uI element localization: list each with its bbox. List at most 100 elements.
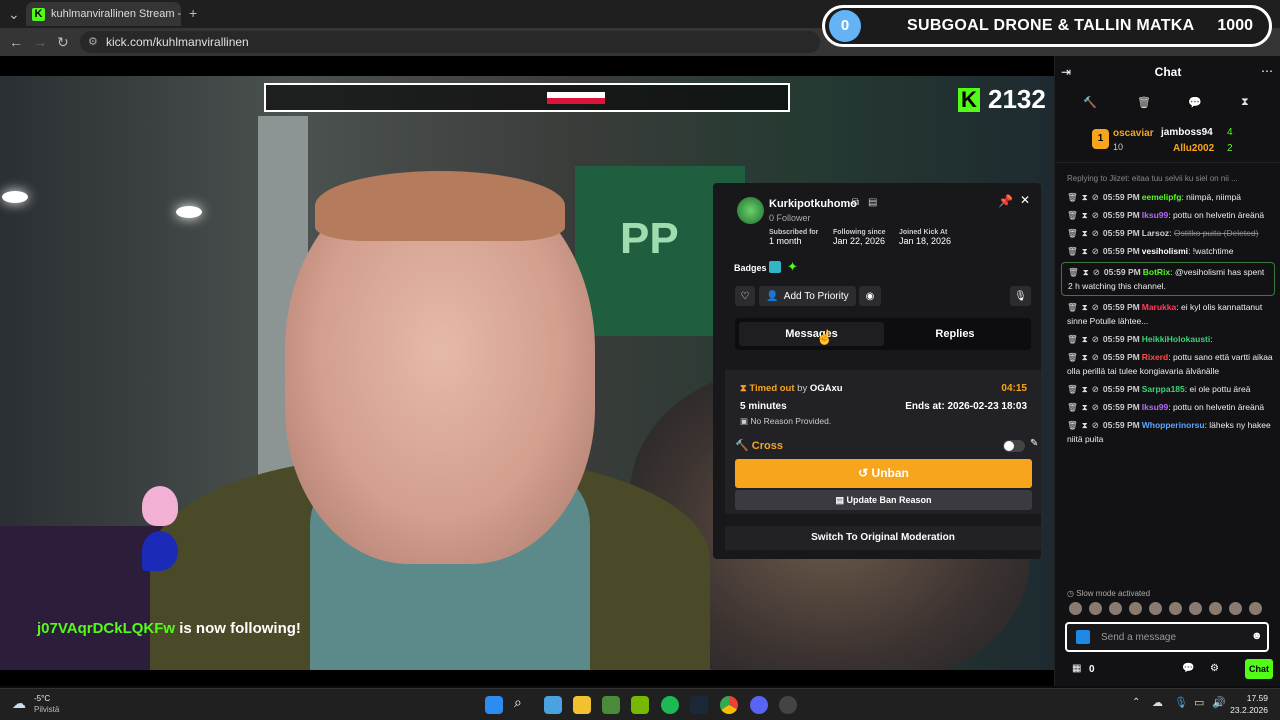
viewer-avatar[interactable] <box>1109 602 1122 615</box>
delete-message-icon[interactable]: 🗑 <box>1067 302 1078 312</box>
ban-user-icon[interactable]: ⊘ <box>1092 352 1099 362</box>
reload-icon[interactable]: ↻ <box>57 34 69 51</box>
chat-message[interactable]: 🗑 ⧗ ⊘ 05:59 PM Sarppa185: ei ole pottu äreä <box>1055 380 1280 398</box>
display-icon[interactable]: ▭ <box>1194 696 1204 709</box>
discord-icon[interactable] <box>750 696 768 714</box>
delete-message-icon[interactable]: 🗑 <box>1067 334 1078 344</box>
switch-moderation-button[interactable]: Switch To Original Moderation <box>725 526 1041 550</box>
ban-user-icon[interactable]: ⊘ <box>1092 210 1099 220</box>
timeout-user-icon[interactable]: ⧗ <box>1082 302 1088 312</box>
timeout-user-icon[interactable]: ⧗ <box>1082 210 1088 220</box>
chat-message[interactable]: 🗑 ⧗ ⊘ 05:59 PM Whopperinorsu: läheks ny hake… <box>1055 416 1280 448</box>
send-chat-button[interactable]: Chat <box>1245 659 1273 679</box>
chat-message[interactable]: 🗑 ⧗ ⊘ 05:59 PM Rixerd: pottu sano että vartt… <box>1055 348 1280 380</box>
copy-icon[interactable]: ⧉ <box>852 197 859 208</box>
forward-icon[interactable]: → <box>33 34 47 50</box>
chat-message[interactable]: 🗑 ⧗ ⊘ 05:59 PM BotRix: @vesiholismi has spen… <box>1061 262 1275 296</box>
eye-button[interactable]: ◉ <box>859 286 881 306</box>
close-icon[interactable]: ✕ <box>1020 193 1030 207</box>
delete-message-icon[interactable]: 🗑 <box>1067 384 1078 394</box>
app-icon[interactable] <box>779 696 797 714</box>
pin-icon[interactable]: 📌 <box>998 194 1013 208</box>
leader-name[interactable]: jamboss94 <box>1161 127 1213 138</box>
timeout-user-icon[interactable]: ⧗ <box>1082 192 1088 202</box>
search-icon[interactable]: ⌕ <box>514 694 522 711</box>
site-info-icon[interactable]: ⚙ <box>88 35 98 48</box>
chat-bubble-tool-icon[interactable]: 💬 <box>1188 96 1202 109</box>
ban-user-icon[interactable]: ⊘ <box>1092 228 1099 238</box>
chat-message[interactable]: 🗑 ⧗ ⊘ 05:59 PM Marukka: ei kyl olis kannatta… <box>1055 298 1280 330</box>
hammer-tool-icon[interactable]: 🔨 <box>1083 96 1097 109</box>
delete-message-icon[interactable]: 🗑 <box>1067 420 1078 430</box>
message-username[interactable]: vesiholismi <box>1142 246 1188 256</box>
tray-chevron-icon[interactable]: ⌃ <box>1132 697 1140 708</box>
tab-list-icon[interactable]: ⌄ <box>8 6 20 23</box>
viewer-avatar[interactable] <box>1229 602 1242 615</box>
timeout-user-icon[interactable]: ⧗ <box>1083 267 1089 277</box>
delete-message-icon[interactable]: 🗑 <box>1067 210 1078 220</box>
chat-menu-icon[interactable]: ⋯ <box>1261 64 1273 78</box>
message-username[interactable]: Iksu99 <box>1142 402 1168 412</box>
viewer-avatar[interactable] <box>1249 602 1262 615</box>
delete-message-icon[interactable]: 🗑 <box>1067 228 1078 238</box>
windows-start-icon[interactable] <box>485 696 503 714</box>
settings-gear-icon[interactable]: ⚙ <box>1210 663 1219 674</box>
weather-cloud-icon[interactable]: ☁ <box>12 695 26 712</box>
message-username[interactable]: Marukka <box>1142 302 1177 312</box>
chat-message[interactable]: 🗑 ⧗ ⊘ 05:59 PM eemelipfg: niimpä, niimpä <box>1055 188 1280 206</box>
chat-message[interactable]: 🗑 ⧗ ⊘ 05:59 PM vesiholismi: !watchtime <box>1055 242 1280 260</box>
delete-message-icon[interactable]: 🗑 <box>1068 267 1079 277</box>
chat-message[interactable]: 🗑 ⧗ ⊘ 05:59 PM Iksu99: pottu on helvetin äre… <box>1055 206 1280 224</box>
ban-user-icon[interactable]: ⊘ <box>1092 246 1099 256</box>
heart-button[interactable]: ♡ <box>735 286 755 306</box>
chat-message[interactable]: 🗑 ⧗ ⊘ 05:59 PM Iksu99: pottu on helvetin äre… <box>1055 398 1280 416</box>
new-tab-icon[interactable]: + <box>189 5 197 21</box>
photos-icon[interactable] <box>544 696 562 714</box>
back-icon[interactable]: ← <box>9 34 23 50</box>
message-username[interactable]: Iksu99 <box>1142 210 1168 220</box>
chat-message[interactable]: 🗑 ⧗ ⊘ 05:59 PM Larsoz: Ostitko puita (Delete… <box>1055 224 1280 242</box>
ban-user-icon[interactable]: ⊘ <box>1092 192 1099 202</box>
message-username[interactable]: Whopperinorsu <box>1142 420 1205 430</box>
chat-message[interactable]: 🗑 ⧗ ⊘ 05:59 PM HeikkiHolokausti: <box>1055 330 1280 348</box>
chat-bubble-icon[interactable]: 💬 <box>1182 663 1194 674</box>
gpu-app-icon[interactable] <box>602 696 620 714</box>
points-icon[interactable]: ▦ <box>1072 663 1081 674</box>
ban-user-icon[interactable]: ⊘ <box>1092 384 1099 394</box>
leader-name[interactable]: Allu2002 <box>1173 143 1214 154</box>
delete-message-icon[interactable]: 🗑 <box>1067 192 1078 202</box>
message-username[interactable]: eemelipfg <box>1142 192 1182 202</box>
ban-user-icon[interactable]: ⊘ <box>1092 334 1099 344</box>
url-field[interactable]: ⚙ kick.com/kuhlmanvirallinen <box>80 31 820 53</box>
message-username[interactable]: HeikkiHolokausti <box>1142 334 1211 344</box>
clock-time[interactable]: 17.59 <box>1236 693 1268 703</box>
nvidia-icon[interactable] <box>631 696 649 714</box>
message-username[interactable]: BotRix <box>1143 267 1170 277</box>
viewer-avatar[interactable] <box>1089 602 1102 615</box>
card-icon[interactable]: ▤ <box>868 197 877 208</box>
file-explorer-icon[interactable] <box>573 696 591 714</box>
timeout-user-icon[interactable]: ⧗ <box>1082 352 1088 362</box>
message-username[interactable]: Larsoz <box>1142 228 1169 238</box>
ban-user-icon[interactable]: ⊘ <box>1092 302 1099 312</box>
mic-icon[interactable]: 🎙 <box>1174 696 1188 709</box>
mic-off-button[interactable]: 🎙 <box>1010 286 1031 306</box>
viewer-avatar[interactable] <box>1129 602 1142 615</box>
hourglass-tool-icon[interactable]: ⧗ <box>1241 96 1249 109</box>
chrome-icon[interactable] <box>720 696 738 714</box>
add-to-priority-button[interactable]: 👤 Add To Priority <box>759 286 856 306</box>
viewer-avatar[interactable] <box>1169 602 1182 615</box>
tab-messages[interactable]: Messages <box>739 322 884 346</box>
trash-tool-icon[interactable]: 🗑 <box>1137 96 1151 109</box>
delete-message-icon[interactable]: 🗑 <box>1067 246 1078 256</box>
leader-name[interactable]: oscaviar <box>1113 128 1154 139</box>
timeout-user-icon[interactable]: ⧗ <box>1082 402 1088 412</box>
viewer-avatar[interactable] <box>1149 602 1162 615</box>
edit-icon[interactable]: ✎ <box>1030 438 1038 449</box>
timeout-user-icon[interactable]: ⧗ <box>1082 334 1088 344</box>
timeout-user-icon[interactable]: ⧗ <box>1082 420 1088 430</box>
browser-tab[interactable]: K kuhlmanvirallinen Stream - 🔊 ✕ <box>26 2 181 26</box>
ban-user-icon[interactable]: ⊘ <box>1092 402 1099 412</box>
ban-user-icon[interactable]: ⊘ <box>1093 267 1100 277</box>
timeout-user-icon[interactable]: ⧗ <box>1082 384 1088 394</box>
